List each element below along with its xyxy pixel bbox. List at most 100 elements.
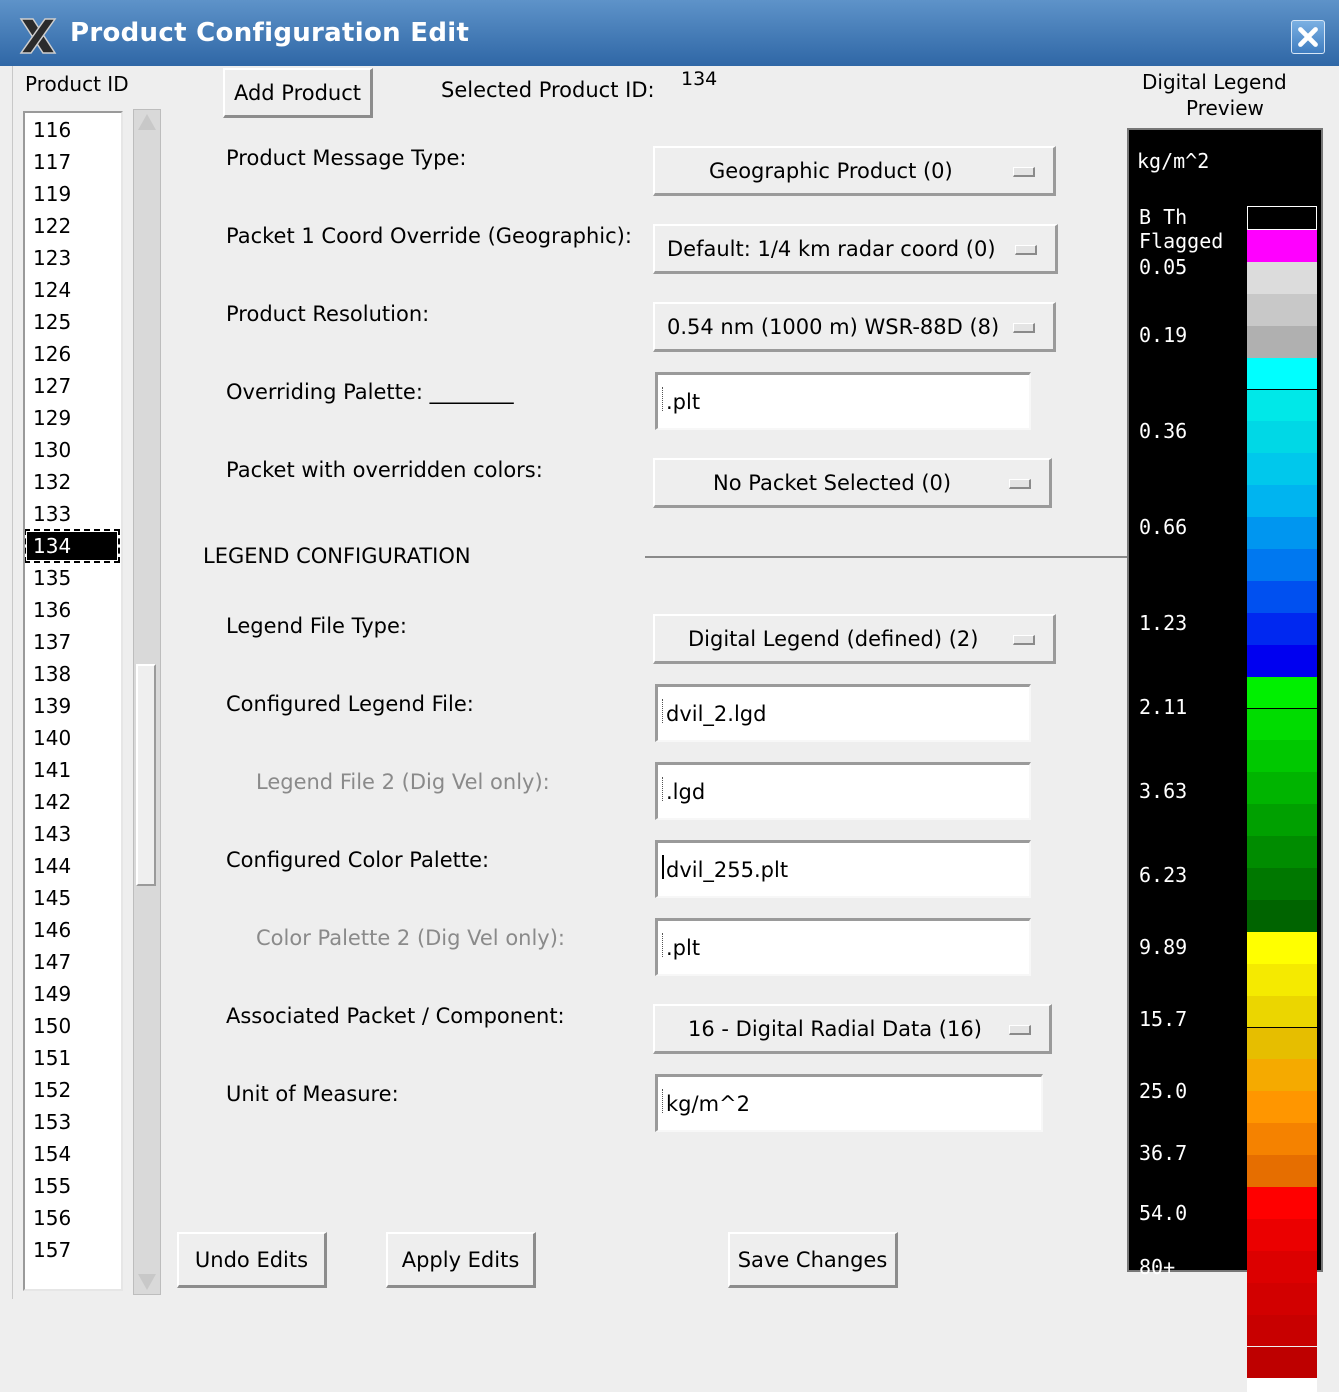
list-item[interactable]: 125 — [33, 308, 71, 336]
list-item[interactable]: 145 — [33, 884, 71, 912]
legend-value-label: 0.19 — [1139, 323, 1188, 347]
legend-color-swatch — [1247, 995, 1317, 1028]
list-item[interactable]: 123 — [33, 244, 71, 272]
save-changes-button[interactable]: Save Changes — [728, 1232, 898, 1288]
list-item[interactable]: 149 — [33, 980, 71, 1008]
option-menu-indicator-icon — [1013, 322, 1035, 333]
selected-product-value: 134 — [681, 68, 718, 90]
list-item[interactable]: 143 — [33, 820, 71, 848]
list-item[interactable]: 124 — [33, 276, 71, 304]
list-item[interactable]: 154 — [33, 1140, 71, 1168]
window-title: Product Configuration Edit — [70, 18, 470, 48]
legend-bth-label: B Th — [1139, 205, 1188, 229]
add-product-button[interactable]: Add Product — [223, 68, 373, 118]
legend-color-swatch — [1247, 1027, 1317, 1060]
close-button[interactable] — [1291, 20, 1325, 54]
list-item[interactable]: 133 — [33, 500, 71, 528]
x-logo-icon — [19, 18, 57, 54]
color-palette-input[interactable]: dvil_255.plt — [655, 840, 1031, 898]
legend-value-label: 25.0 — [1139, 1079, 1188, 1103]
color-palette-label: Configured Color Palette: — [226, 848, 490, 872]
list-item[interactable]: 136 — [33, 596, 71, 624]
list-item[interactable]: 135 — [33, 564, 71, 592]
list-item[interactable]: 152 — [33, 1076, 71, 1104]
list-item-selected[interactable]: 134 — [25, 529, 120, 563]
legend-color-swatch — [1247, 1123, 1317, 1156]
unit-input[interactable]: kg/m^2 — [655, 1074, 1043, 1132]
message-type-label: Product Message Type: — [226, 146, 467, 170]
legend-color-swatch — [1247, 421, 1317, 454]
scroll-up-arrow-icon[interactable] — [138, 114, 156, 130]
undo-edits-button[interactable]: Undo Edits — [177, 1232, 327, 1288]
list-item[interactable]: 139 — [33, 692, 71, 720]
legend-color-swatch — [1247, 644, 1317, 677]
product-list-scrollbar[interactable] — [133, 109, 161, 1295]
packet-component-select[interactable]: 16 - Digital Radial Data (16) — [653, 1004, 1052, 1054]
list-item[interactable]: 122 — [33, 212, 71, 240]
legend-file-2-label: Legend File 2 (Dig Vel only): — [256, 770, 550, 794]
legend-value-label: 2.11 — [1139, 695, 1188, 719]
legend-color-swatch — [1247, 899, 1317, 932]
list-item[interactable]: 150 — [33, 1012, 71, 1040]
list-item[interactable]: 138 — [33, 660, 71, 688]
list-item[interactable]: 156 — [33, 1204, 71, 1232]
color-palette-2-input[interactable]: .plt — [655, 918, 1031, 976]
list-item[interactable]: 137 — [33, 628, 71, 656]
scrollbar-thumb[interactable] — [136, 664, 156, 886]
list-item[interactable]: 132 — [33, 468, 71, 496]
product-id-list[interactable]: 116 117 119 122 123 124 125 126 127 129 130 132 133 1… — [23, 111, 123, 1291]
legend-color-swatch — [1247, 868, 1317, 900]
list-item[interactable]: 151 — [33, 1044, 71, 1072]
list-item[interactable]: 144 — [33, 852, 71, 880]
legend-file-2-input[interactable]: .lgd — [655, 762, 1031, 820]
overriding-palette-input[interactable]: .plt — [655, 372, 1031, 430]
coord-override-value: Default: 1/4 km radar coord (0) — [667, 236, 996, 261]
text-cursor-icon — [662, 387, 664, 411]
legend-color-swatch — [1247, 1091, 1317, 1124]
legend-color-swatch — [1247, 963, 1317, 996]
option-menu-indicator-icon — [1013, 634, 1035, 645]
list-item[interactable]: 146 — [33, 916, 71, 944]
legend-file-input[interactable]: dvil_2.lgd — [655, 684, 1031, 742]
list-item[interactable]: 129 — [33, 404, 71, 432]
list-item[interactable]: 157 — [33, 1236, 71, 1264]
color-palette-value: dvil_255.plt — [666, 857, 789, 882]
coord-override-select[interactable]: Default: 1/4 km radar coord (0) — [653, 224, 1058, 274]
list-item[interactable]: 127 — [33, 372, 71, 400]
legend-color-swatch — [1247, 1314, 1317, 1347]
legend-color-swatch — [1247, 549, 1317, 581]
digital-legend-preview: kg/m^2 B Th Flagged 0.05 0.19 0.36 0.66 1.23… — [1127, 128, 1323, 1392]
apply-edits-button[interactable]: Apply Edits — [386, 1232, 536, 1288]
list-item[interactable]: 126 — [33, 340, 71, 368]
list-item[interactable]: 117 — [33, 148, 71, 176]
title-bar: Product Configuration Edit — [0, 0, 1339, 66]
message-type-select[interactable]: Geographic Product (0) — [653, 146, 1056, 196]
legend-color-swatch — [1247, 453, 1317, 486]
resolution-select[interactable]: 0.54 nm (1000 m) WSR-88D (8) — [653, 302, 1056, 352]
legend-color-swatch — [1247, 676, 1317, 709]
list-item[interactable]: 130 — [33, 436, 71, 464]
list-item[interactable]: 142 — [33, 788, 71, 816]
list-item[interactable]: 147 — [33, 948, 71, 976]
legend-preview-title-line2: Preview — [1186, 96, 1264, 120]
legend-file-value: dvil_2.lgd — [666, 701, 767, 726]
list-item[interactable]: 119 — [33, 180, 71, 208]
legend-value-label: 0.36 — [1139, 419, 1188, 443]
legend-color-swatch — [1247, 1218, 1317, 1251]
list-item[interactable]: 153 — [33, 1108, 71, 1136]
legend-color-swatch — [1247, 1187, 1317, 1219]
list-item[interactable]: 116 — [33, 116, 71, 144]
list-item[interactable]: 155 — [33, 1172, 71, 1200]
legend-color-swatch — [1247, 517, 1317, 549]
legend-color-swatch — [1247, 485, 1317, 518]
legend-color-swatch — [1247, 261, 1317, 294]
legend-color-swatch — [1247, 1155, 1317, 1187]
list-item[interactable]: 141 — [33, 756, 71, 784]
text-cursor-icon — [662, 855, 664, 879]
legend-unit-label: kg/m^2 — [1137, 149, 1210, 173]
list-item[interactable]: 140 — [33, 724, 71, 752]
scroll-down-arrow-icon[interactable] — [138, 1274, 156, 1290]
override-packet-select[interactable]: No Packet Selected (0) — [653, 458, 1052, 508]
legend-file-type-select[interactable]: Digital Legend (defined) (2) — [653, 614, 1056, 664]
legend-value-label: 15.7 — [1139, 1007, 1188, 1031]
